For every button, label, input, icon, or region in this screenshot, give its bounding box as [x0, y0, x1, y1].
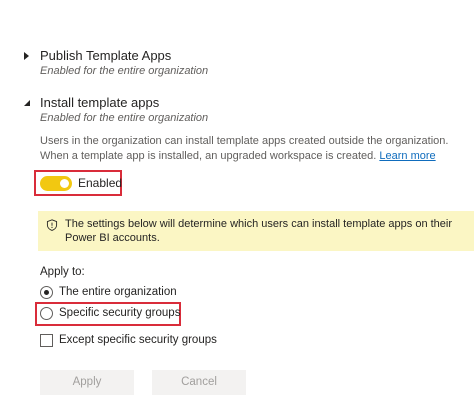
section-title: Install template apps: [40, 95, 160, 110]
radio-label: The entire organization: [59, 286, 177, 298]
section-title: Publish Template Apps: [40, 48, 172, 63]
checkbox[interactable]: [40, 334, 53, 347]
setting-description: Users in the organization can install te…: [40, 134, 470, 164]
caret-right-icon[interactable]: [24, 52, 29, 60]
toggle-knob: [60, 179, 69, 188]
toggle-label: Enabled: [78, 176, 123, 190]
enabled-toggle[interactable]: [40, 176, 72, 191]
section-subtitle: Enabled for the entire organization: [40, 112, 209, 124]
apply-button[interactable]: Apply: [40, 370, 134, 395]
section-subtitle: Enabled for the entire organization: [40, 65, 209, 77]
banner-text: The settings below will determine which …: [65, 218, 453, 244]
radio-label: Specific security groups: [59, 307, 181, 319]
radio-button-unselected[interactable]: [40, 307, 53, 320]
apply-to-label: Apply to:: [40, 266, 85, 278]
checkbox-label: Except specific security groups: [59, 334, 217, 346]
shield-icon: [46, 219, 58, 231]
cancel-button[interactable]: Cancel: [152, 370, 246, 395]
learn-more-link[interactable]: Learn more: [379, 150, 435, 162]
caret-down-icon[interactable]: [24, 100, 30, 106]
radio-button-selected[interactable]: [40, 286, 53, 299]
info-banner: The settings below will determine which …: [38, 211, 474, 251]
